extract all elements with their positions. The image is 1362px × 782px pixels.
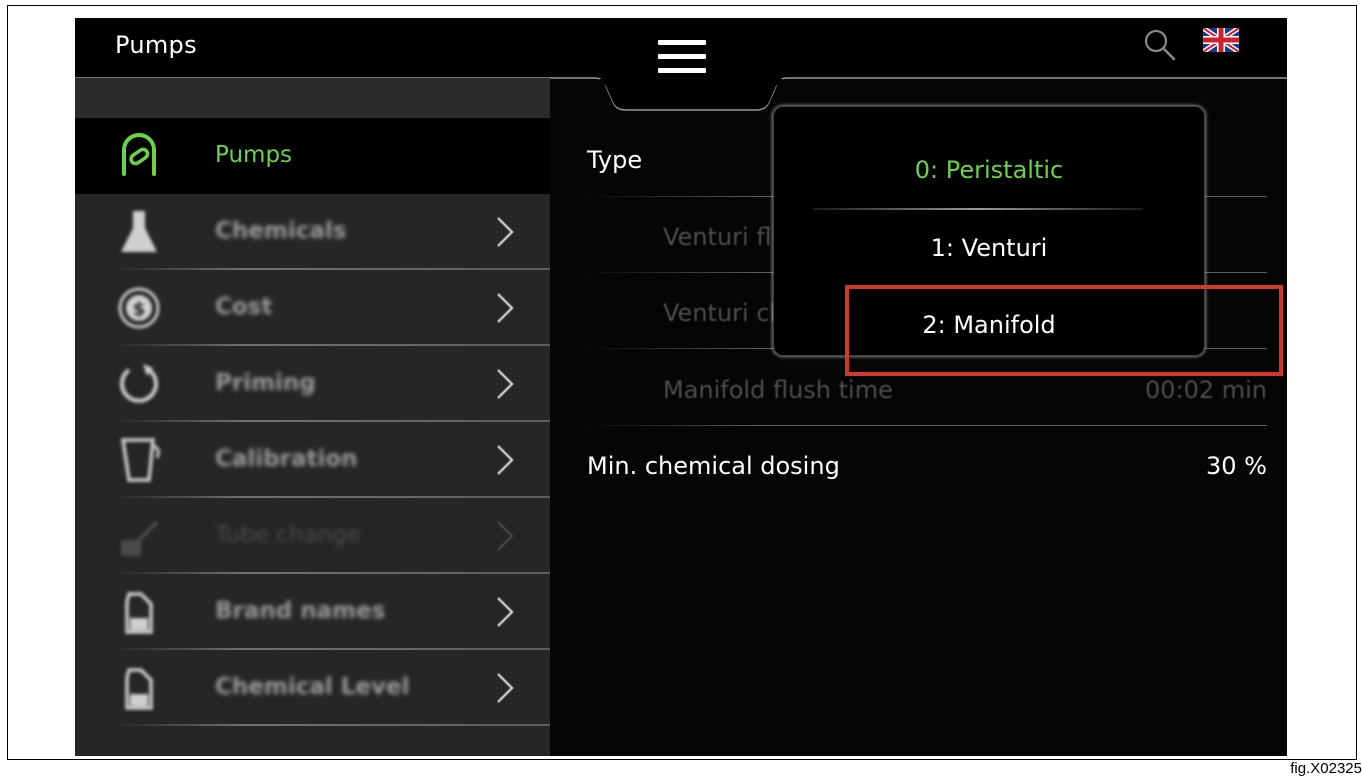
separator <box>587 425 1267 426</box>
measuring-cup-icon <box>120 438 160 482</box>
top-bar: Pumps <box>75 18 1287 78</box>
pump-icon <box>122 133 156 176</box>
sidebar-item-chemicals[interactable]: Chemicals <box>75 194 550 270</box>
uk-flag-icon[interactable] <box>1203 28 1239 52</box>
bottle-icon <box>125 668 153 710</box>
sidebar-item-tube-change: Tube change <box>75 498 550 574</box>
bottle-icon <box>125 592 153 634</box>
chevron-right-icon <box>497 597 514 627</box>
chevron-right-icon <box>497 217 514 247</box>
sidebar-item-label: Chemicals <box>215 218 347 244</box>
flask-icon <box>121 211 157 252</box>
highlight-box <box>845 285 1283 376</box>
setting-manifold-flush-time-value: 00:02 min <box>1144 376 1267 404</box>
sidebar-item-label: Tube change <box>215 522 361 548</box>
sidebar-item-cost[interactable]: $ Cost <box>75 270 550 346</box>
figure-label: fig.X02325 <box>1290 760 1362 777</box>
dollar-coin-icon: $ <box>118 287 160 329</box>
sidebar-item-label: Priming <box>215 370 316 396</box>
chevron-right-icon <box>497 445 514 475</box>
hamburger-menu-icon[interactable] <box>658 40 706 74</box>
sidebar-item-brand-names[interactable]: Brand names <box>75 574 550 650</box>
sidebar-item-label: Calibration <box>215 446 358 472</box>
sidebar-item-label: Brand names <box>215 598 386 624</box>
sidebar-item-label: Pumps <box>215 142 293 168</box>
sidebar-item-calibration[interactable]: Calibration <box>75 422 550 498</box>
page-title: Pumps <box>115 31 197 59</box>
sidebar-item-priming[interactable]: Priming <box>75 346 550 422</box>
chevron-right-icon <box>497 673 514 703</box>
svg-text:$: $ <box>133 299 146 320</box>
setting-type-label[interactable]: Type <box>587 146 642 174</box>
tube-change-icon <box>121 520 159 556</box>
dropdown-option-venturi[interactable]: 1: Venturi <box>773 234 1205 262</box>
setting-min-chemical-dosing-label[interactable]: Min. chemical dosing <box>587 452 840 480</box>
sidebar: Pumps Chemicals $ Cost Priming Calibrati… <box>75 78 550 756</box>
separator <box>115 724 550 726</box>
setting-manifold-flush-time-label: Manifold flush time <box>663 376 893 404</box>
refresh-icon <box>120 364 158 403</box>
chevron-right-icon <box>497 521 514 551</box>
sidebar-item-chemical-level[interactable]: Chemical Level <box>75 650 550 726</box>
search-icon[interactable] <box>1143 28 1177 62</box>
sidebar-item-label: Cost <box>215 294 273 320</box>
sidebar-item-pumps[interactable]: Pumps <box>75 118 550 194</box>
dropdown-option-peristaltic[interactable]: 0: Peristaltic <box>773 156 1205 184</box>
sidebar-header-strip <box>75 78 550 118</box>
sidebar-item-label: Chemical Level <box>215 674 410 700</box>
chevron-right-icon <box>497 369 514 399</box>
chevron-right-icon <box>497 293 514 323</box>
setting-min-chemical-dosing-value[interactable]: 30 % <box>1206 452 1267 480</box>
separator <box>813 208 1143 210</box>
